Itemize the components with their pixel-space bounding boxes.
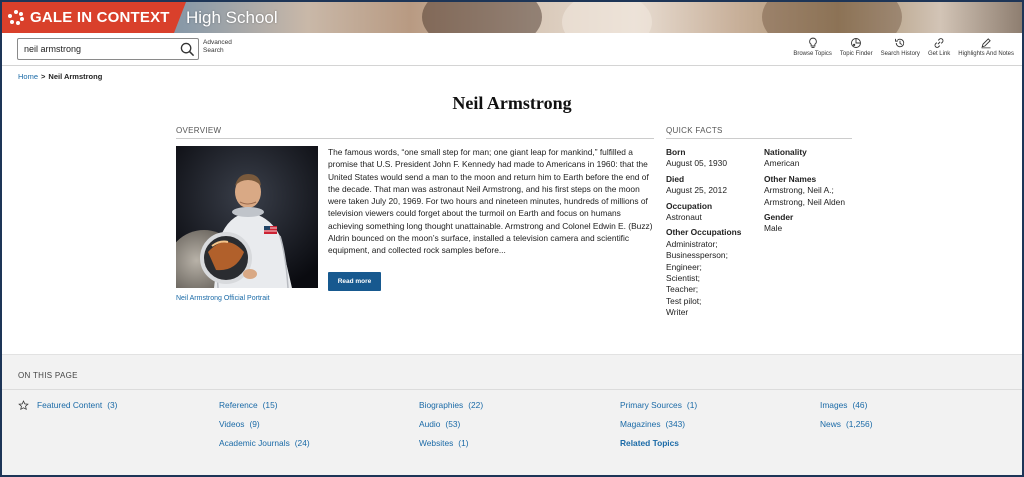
highlights-notes-button[interactable]: Highlights And Notes: [958, 37, 1014, 57]
fact-value: Scientist;: [666, 273, 700, 284]
advanced-search-link[interactable]: Advanced Search: [203, 39, 232, 55]
on-this-page-panel: ON THIS PAGE Featured Content (3) Referen…: [2, 354, 1022, 475]
images-link[interactable]: Images (46): [820, 400, 867, 410]
news-link[interactable]: News (1,256): [820, 419, 873, 429]
divider: [2, 389, 1022, 390]
star-icon: [18, 400, 29, 411]
portrait-image[interactable]: [176, 146, 318, 288]
fact-value: Administrator;: [666, 238, 718, 249]
search-history-button[interactable]: Search History: [881, 37, 920, 57]
fact-label: Other Occupations: [666, 227, 742, 238]
search-icon[interactable]: [180, 42, 195, 57]
websites-link[interactable]: Websites (1): [419, 438, 469, 448]
on-this-page-heading: ON THIS PAGE: [18, 371, 78, 380]
fact-value: Armstrong, Neil A.;: [764, 185, 834, 196]
quick-facts-column-1: Born August 05, 1930 Died August 25, 201…: [666, 147, 758, 319]
fact-value: Test pilot;: [666, 295, 702, 306]
fact-value: August 05, 1930: [666, 158, 728, 169]
videos-link[interactable]: Videos (9): [219, 419, 260, 429]
link-icon: [934, 38, 944, 48]
brand-logo[interactable]: GALE IN CONTEXT: [2, 2, 174, 33]
fact-label: Nationality: [764, 147, 807, 157]
reference-link[interactable]: Reference (15): [219, 400, 278, 410]
fact-value: American: [764, 158, 800, 169]
fact-label: Died: [666, 173, 685, 184]
quick-facts-heading: QUICK FACTS: [666, 126, 852, 139]
fact-value: Engineer;: [666, 261, 702, 272]
fact-value: August 25, 2012: [666, 185, 728, 196]
read-more-button[interactable]: Read more: [328, 272, 381, 291]
breadcrumb: Home > Neil Armstrong: [18, 72, 102, 81]
fact-value: Businessperson;: [666, 250, 728, 261]
overview-text: The famous words, “one small step for ma…: [328, 147, 653, 256]
astronaut-portrait-graphic: [176, 146, 318, 288]
fact-value: Armstrong, Neil Alden: [764, 196, 845, 207]
audio-link[interactable]: Audio (53): [419, 419, 460, 429]
fact-value: Writer: [666, 307, 689, 318]
fact-label: Born: [666, 147, 686, 157]
fact-value: Astronaut: [666, 212, 702, 223]
overview-heading: OVERVIEW: [176, 126, 654, 139]
related-topics-link[interactable]: Related Topics: [620, 438, 679, 448]
header-banner: GALE IN CONTEXT High School: [2, 2, 1022, 33]
search-input[interactable]: [18, 40, 178, 58]
fact-label: Other Names: [764, 173, 817, 184]
page-title: Neil Armstrong: [452, 93, 572, 113]
topic-finder-button[interactable]: Topic Finder: [840, 37, 873, 57]
magazines-link[interactable]: Magazines (343): [620, 419, 685, 429]
pencil-icon: [981, 38, 991, 49]
lightbulb-icon: [808, 37, 817, 48]
quick-facts-column-2: Nationality American Other Names Armstro…: [764, 147, 860, 235]
gale-logo-icon: [8, 9, 24, 26]
history-icon: [895, 38, 905, 48]
tool-group: Browse Topics Topic Finder Search Histor…: [793, 37, 1022, 57]
search-box: [17, 38, 199, 60]
portrait-caption-link[interactable]: Neil Armstrong Official Portrait: [176, 295, 270, 302]
biographies-link[interactable]: Biographies (22): [419, 400, 483, 410]
fact-value: Male: [764, 223, 783, 234]
fact-label: Gender: [764, 212, 794, 223]
browse-topics-button[interactable]: Browse Topics: [793, 37, 832, 57]
academic-journals-link[interactable]: Academic Journals (24): [219, 438, 310, 448]
fact-value: Teacher;: [666, 284, 699, 295]
breadcrumb-home-link[interactable]: Home: [18, 72, 38, 81]
toolbar: Advanced Search Browse Topics Topic Find…: [2, 33, 1022, 66]
breadcrumb-current: Neil Armstrong: [48, 72, 103, 81]
app-frame: GALE IN CONTEXT High School Advanced Sea…: [0, 0, 1024, 477]
featured-content-link[interactable]: Featured Content (3): [37, 400, 117, 410]
fact-label: Occupation: [666, 200, 713, 211]
breadcrumb-separator: >: [41, 72, 46, 81]
primary-sources-link[interactable]: Primary Sources (1): [620, 400, 697, 410]
edition-label: High School: [186, 8, 278, 27]
get-link-button[interactable]: Get Link: [928, 37, 950, 57]
topic-finder-icon: [851, 38, 862, 48]
brand-name: GALE IN CONTEXT: [30, 9, 170, 26]
